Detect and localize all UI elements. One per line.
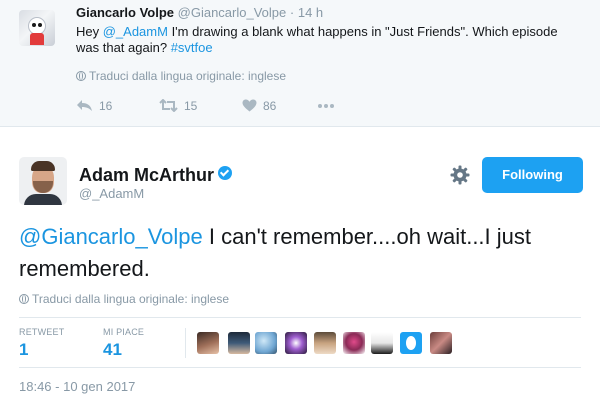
stats-divider-top <box>19 317 581 318</box>
parent-author-name[interactable]: Giancarlo Volpe <box>76 5 174 20</box>
parent-mention-link[interactable]: @_AdamM <box>103 24 168 39</box>
following-button[interactable]: Following <box>482 157 583 193</box>
egg-icon <box>406 336 416 350</box>
parent-timestamp[interactable]: 14 h <box>298 5 323 20</box>
liker-avatar[interactable] <box>255 332 277 354</box>
robot-eye-left <box>32 23 36 27</box>
tweet-text: @Giancarlo_Volpe I can't remember....oh … <box>19 221 581 285</box>
liker-avatar[interactable] <box>343 332 365 354</box>
parent-translate-label: Traduci dalla lingua originale: inglese <box>89 69 287 83</box>
liker-avatar[interactable] <box>314 332 336 354</box>
avatar-hair <box>31 161 55 171</box>
author-name-row[interactable]: Adam McArthur <box>79 165 233 186</box>
likes-stat-count[interactable]: 41 <box>103 340 122 360</box>
more-icon <box>318 103 334 108</box>
liker-avatar[interactable] <box>228 332 250 354</box>
retweet-stat-label: RETWEET <box>19 327 65 337</box>
reply-icon <box>77 100 92 112</box>
liker-avatar[interactable] <box>197 332 219 354</box>
author-avatar[interactable] <box>19 157 67 205</box>
robot-body <box>30 33 44 45</box>
verified-icon <box>218 166 233 180</box>
translate-label: Traduci dalla lingua originale: inglese <box>32 292 230 306</box>
parent-tweet[interactable]: Giancarlo Volpe @Giancarlo_Volpe · 14 h … <box>0 0 600 127</box>
parent-header: Giancarlo Volpe @Giancarlo_Volpe · 14 h <box>76 5 323 20</box>
more-button[interactable] <box>317 98 341 112</box>
like-button[interactable]: 86 <box>242 98 276 113</box>
likes-stat-label: MI PIACE <box>103 327 145 337</box>
tweet-date[interactable]: 18:46 - 10 gen 2017 <box>19 379 135 394</box>
globe-icon <box>19 294 29 304</box>
retweet-icon <box>159 99 178 113</box>
liker-avatar[interactable] <box>400 332 422 354</box>
author-handle[interactable]: @_AdamM <box>79 186 144 201</box>
heart-icon <box>242 99 257 112</box>
reply-count: 16 <box>99 98 113 113</box>
liker-avatar[interactable] <box>430 332 452 354</box>
liker-avatar[interactable] <box>371 332 393 354</box>
like-count: 86 <box>263 98 277 113</box>
liker-avatar[interactable] <box>285 332 307 354</box>
parent-avatar[interactable] <box>19 10 55 46</box>
reply-button[interactable]: 16 <box>76 98 112 113</box>
parent-separator: · <box>289 5 295 20</box>
stats-divider-bottom <box>19 367 581 368</box>
retweet-stat-count[interactable]: 1 <box>19 340 28 360</box>
retweet-count: 15 <box>184 98 198 113</box>
stats-separator <box>185 328 186 358</box>
avatar-shirt <box>24 194 62 205</box>
gear-icon[interactable] <box>450 165 470 185</box>
author-name[interactable]: Adam McArthur <box>79 165 214 185</box>
mention-link[interactable]: @Giancarlo_Volpe <box>19 224 203 249</box>
globe-icon <box>76 71 86 81</box>
parent-text-prefix: Hey <box>76 24 103 39</box>
parent-translate-link[interactable]: Traduci dalla lingua originale: inglese <box>76 69 286 83</box>
translate-link[interactable]: Traduci dalla lingua originale: inglese <box>19 292 229 306</box>
retweet-button[interactable]: 15 <box>159 98 197 113</box>
robot-eye-right <box>38 23 42 27</box>
parent-hashtag-link[interactable]: #svtfoe <box>171 40 213 55</box>
parent-author-handle[interactable]: @Giancarlo_Volpe <box>178 5 287 20</box>
parent-tweet-text: Hey @_AdamM I'm drawing a blank what hap… <box>76 24 576 56</box>
